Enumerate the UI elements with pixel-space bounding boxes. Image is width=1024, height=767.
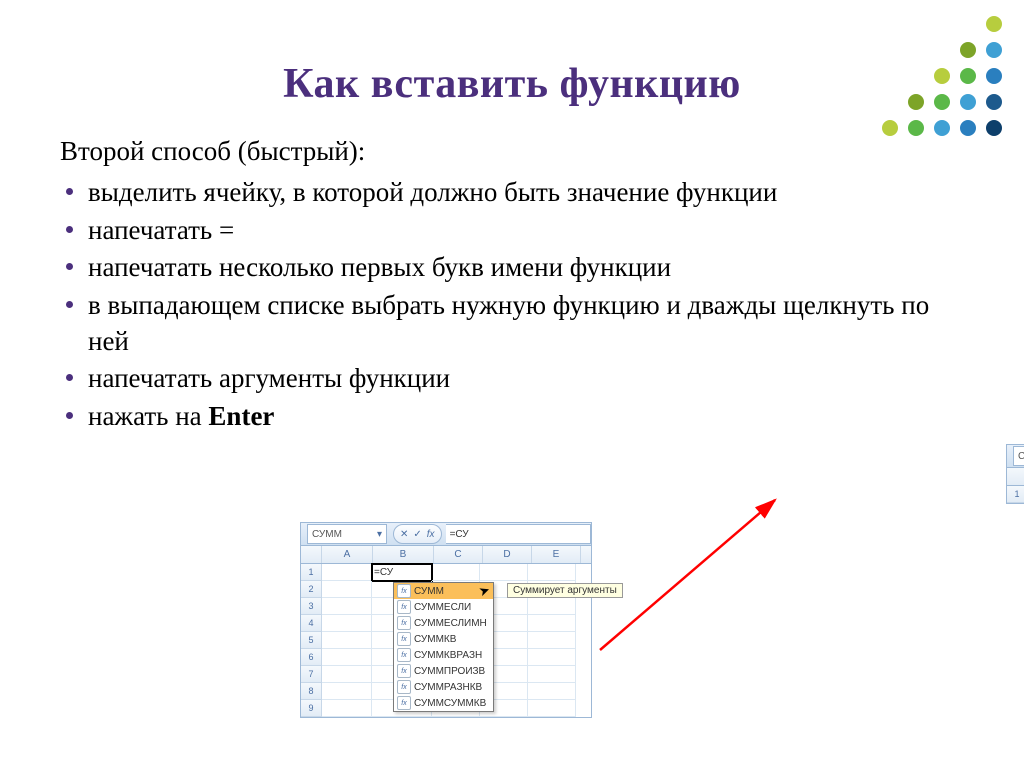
dropdown-icon[interactable]: ▾	[377, 529, 382, 540]
autocomplete-label: СУММКВРАЗН	[414, 650, 482, 661]
column-header[interactable]: C	[434, 546, 483, 563]
enter-key-label: Enter	[208, 401, 274, 431]
cell[interactable]	[322, 683, 372, 700]
fx-icon: fx	[397, 632, 411, 646]
cell[interactable]	[322, 598, 372, 615]
fx-icon[interactable]: fx	[427, 529, 435, 540]
row-header[interactable]: 7	[301, 666, 322, 683]
cell[interactable]	[480, 564, 528, 581]
cell[interactable]	[322, 649, 372, 666]
bullet-item: напечатать аргументы функции	[60, 361, 964, 397]
bullet-item: напечатать несколько первых букв имени ф…	[60, 250, 964, 286]
cell[interactable]	[528, 649, 576, 666]
cell[interactable]	[528, 615, 576, 632]
row-header[interactable]: 3	[301, 598, 322, 615]
enter-icon[interactable]: ✓	[413, 529, 421, 540]
autocomplete-item[interactable]: fxСУММЕСЛИ	[394, 599, 493, 615]
name-box[interactable]: СУММ▾	[1013, 446, 1024, 466]
excel-screenshot-autocomplete: СУММ▾ ✕ ✓ fx =СУ ABCDE 1=СУ23456789 fxСУ…	[300, 522, 592, 718]
formula-bar: СУММ▾ ✕ ✓ fx =СУ	[301, 523, 591, 546]
cell[interactable]	[322, 564, 372, 581]
row-header[interactable]: 9	[301, 700, 322, 717]
cell[interactable]	[322, 700, 372, 717]
formula-controls: ✕ ✓ fx	[393, 524, 442, 544]
cell[interactable]	[528, 564, 576, 581]
autocomplete-item[interactable]: fxСУММПРОИЗВ	[394, 663, 493, 679]
autocomplete-label: СУММСУММКВ	[414, 698, 486, 709]
autocomplete-label: СУММПРОИЗВ	[414, 666, 485, 677]
column-header[interactable]: E	[532, 546, 581, 563]
row-header[interactable]: 2	[301, 581, 322, 598]
bullet-item: нажать на Enter	[60, 399, 964, 435]
autocomplete-label: СУММКВ	[414, 634, 456, 645]
bullet-item: напечатать =	[60, 213, 964, 249]
row-header[interactable]: 1	[1007, 486, 1024, 503]
autocomplete-item[interactable]: fxСУММКВРАЗН	[394, 647, 493, 663]
arrow-annotation	[590, 490, 790, 660]
formula-bar: СУММ▾ ✕ ✓ fx =СУММ(F7:H7;F9:H9)	[1007, 445, 1024, 468]
autocomplete-item[interactable]: fxСУММСУММКВ	[394, 695, 493, 711]
cell[interactable]	[528, 700, 576, 717]
page-title: Как вставить функцию	[60, 60, 964, 108]
row-header[interactable]: 6	[301, 649, 322, 666]
autocomplete-item[interactable]: fxСУММКВ	[394, 631, 493, 647]
fx-icon: fx	[397, 664, 411, 678]
autocomplete-item[interactable]: fxСУММЕСЛИМН	[394, 615, 493, 631]
fx-icon: fx	[397, 600, 411, 614]
row-header[interactable]: 5	[301, 632, 322, 649]
intro-text: Второй способ (быстрый):	[60, 136, 964, 167]
cell[interactable]	[528, 598, 576, 615]
fx-icon: fx	[397, 648, 411, 662]
cell[interactable]	[322, 615, 372, 632]
cell[interactable]	[528, 666, 576, 683]
bullet-list: выделить ячейку, в которой должно быть з…	[60, 175, 964, 434]
cancel-icon[interactable]: ✕	[400, 529, 408, 540]
fx-icon: fx	[397, 584, 411, 598]
cell[interactable]	[528, 683, 576, 700]
cell[interactable]: =СУ	[372, 564, 432, 581]
bullet-item: в выпадающем списке выбрать нужную функц…	[60, 288, 964, 359]
row-header[interactable]: 8	[301, 683, 322, 700]
autocomplete-label: СУММРАЗНКВ	[414, 682, 482, 693]
column-header[interactable]: D	[483, 546, 532, 563]
name-box[interactable]: СУММ▾	[307, 524, 387, 544]
fx-icon: fx	[397, 680, 411, 694]
bullet-item: выделить ячейку, в которой должно быть з…	[60, 175, 964, 211]
row-header[interactable]: 4	[301, 615, 322, 632]
function-tooltip: Суммирует аргументы	[507, 583, 623, 598]
fx-icon: fx	[397, 616, 411, 630]
autocomplete-label: СУММ	[414, 586, 444, 597]
cell[interactable]	[528, 632, 576, 649]
excel-screenshot-result: СУММ▾ ✕ ✓ fx =СУММ(F7:H7;F9:H9) ABCD 1=С…	[1006, 444, 1024, 504]
cell[interactable]	[322, 632, 372, 649]
cell[interactable]	[432, 564, 480, 581]
autocomplete-label: СУММЕСЛИМН	[414, 618, 487, 629]
row-header[interactable]: 1	[301, 564, 322, 581]
column-header[interactable]: B	[373, 546, 434, 563]
decorative-dots	[882, 16, 1006, 140]
cell[interactable]	[322, 581, 372, 598]
column-header[interactable]: A	[322, 546, 373, 563]
fx-icon: fx	[397, 696, 411, 710]
cell[interactable]	[322, 666, 372, 683]
formula-input[interactable]: =СУ	[446, 524, 591, 544]
autocomplete-item[interactable]: fxСУММРАЗНКВ	[394, 679, 493, 695]
autocomplete-dropdown[interactable]: fxСУММfxСУММЕСЛИfxСУММЕСЛИМНfxСУММКВfxСУ…	[393, 582, 494, 712]
autocomplete-label: СУММЕСЛИ	[414, 602, 471, 613]
